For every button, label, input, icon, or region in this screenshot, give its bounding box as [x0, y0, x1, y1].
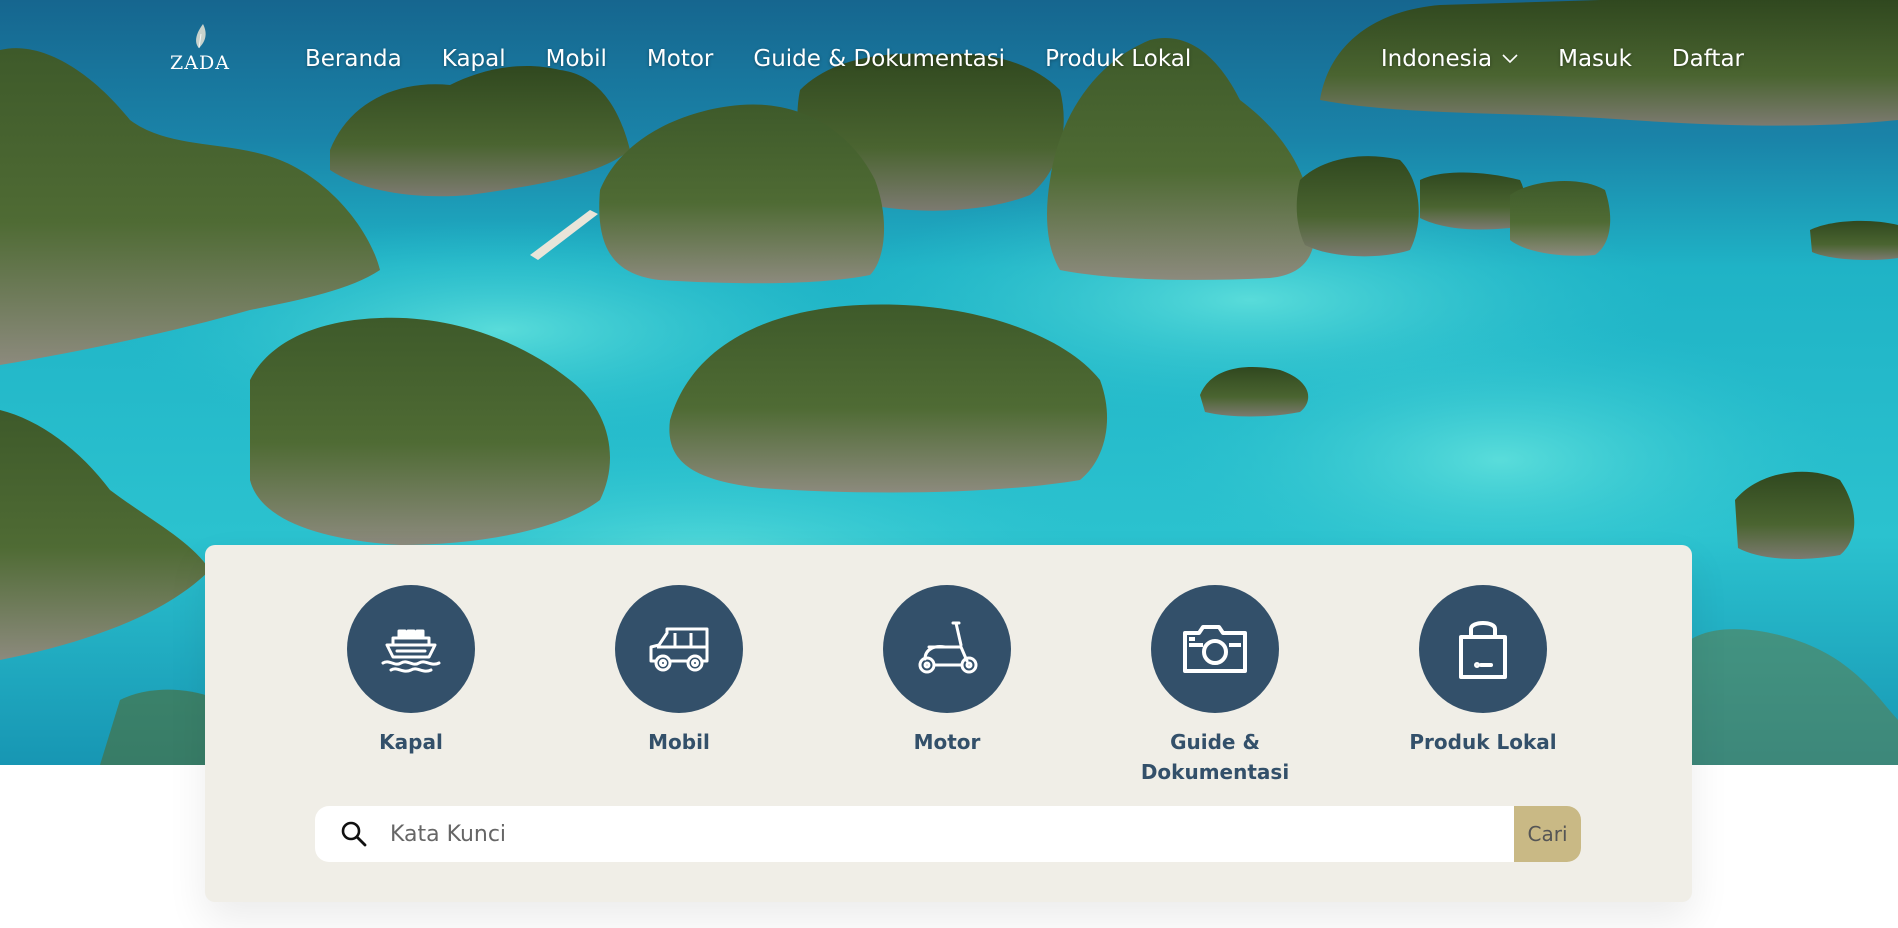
- leaf-logo-icon: [196, 24, 206, 49]
- scooter-icon: [918, 621, 978, 674]
- nav-link-mobil[interactable]: Mobil: [546, 46, 607, 72]
- category-label: Mobil: [648, 730, 710, 754]
- category-icon-circle: [615, 585, 743, 713]
- ship-icon: [381, 629, 441, 673]
- account-menu: Indonesia Masuk Daftar: [1381, 46, 1744, 72]
- nav-link-guide-dokumentasi[interactable]: Guide & Dokumentasi: [753, 46, 1005, 72]
- category-mobil[interactable]: Mobil: [579, 585, 779, 757]
- category-label: Produk Lokal: [1409, 730, 1557, 754]
- brand-logo[interactable]: ZADA: [166, 22, 234, 82]
- register-link[interactable]: Daftar: [1672, 46, 1744, 72]
- search-input[interactable]: [390, 806, 1514, 862]
- category-icon-circle: [347, 585, 475, 713]
- search-button[interactable]: Cari: [1514, 806, 1581, 862]
- nav-link-produk-lokal[interactable]: Produk Lokal: [1045, 46, 1191, 72]
- chevron-down-icon: [1502, 54, 1518, 64]
- category-label: Motor: [913, 730, 981, 754]
- top-navigation: ZADA Beranda Kapal Mobil Motor Guide & D…: [0, 0, 1898, 124]
- search-panel: Kapal Mobil Motor Guide & Dokumentasi Pr…: [205, 545, 1692, 902]
- category-icon-circle: [883, 585, 1011, 713]
- nav-link-beranda[interactable]: Beranda: [305, 46, 402, 72]
- camera-icon: [1183, 625, 1247, 673]
- search-bar: Cari: [315, 806, 1581, 862]
- category-label: Guide & Dokumentasi: [1140, 730, 1290, 784]
- category-kapal[interactable]: Kapal: [311, 585, 511, 757]
- car-icon: [649, 627, 709, 672]
- category-produk-lokal[interactable]: Produk Lokal: [1383, 585, 1583, 757]
- main-menu: Beranda Kapal Mobil Motor Guide & Dokume…: [305, 46, 1231, 72]
- nav-link-motor[interactable]: Motor: [647, 46, 713, 72]
- shopping-bag-icon: [1459, 621, 1507, 679]
- search-icon: [341, 821, 367, 847]
- login-link[interactable]: Masuk: [1558, 46, 1632, 72]
- category-motor[interactable]: Motor: [847, 585, 1047, 757]
- category-icon-circle: [1419, 585, 1547, 713]
- category-icon-circle: [1151, 585, 1279, 713]
- language-selector[interactable]: Indonesia: [1381, 46, 1518, 72]
- nav-link-kapal[interactable]: Kapal: [442, 46, 506, 72]
- category-label: Kapal: [379, 730, 443, 754]
- logo-text: ZADA: [170, 52, 230, 74]
- category-guide-dokumentasi[interactable]: Guide & Dokumentasi: [1115, 585, 1315, 787]
- language-label: Indonesia: [1380, 46, 1493, 72]
